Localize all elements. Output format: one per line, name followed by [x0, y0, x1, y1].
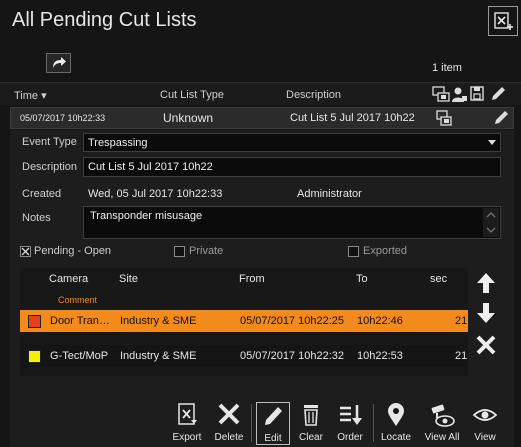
delete-button[interactable]: Delete [213, 402, 245, 446]
refresh-button[interactable] [46, 53, 71, 73]
user-lock-icon[interactable] [452, 86, 468, 103]
column-camera[interactable]: Camera [49, 273, 88, 285]
close-icon [476, 335, 496, 355]
view-all-label: View All [424, 432, 460, 443]
notes-label: Notes [22, 212, 51, 224]
description-input[interactable]: Cut List 5 Jul 2017 10h22 [83, 157, 501, 177]
created-label: Created [22, 188, 62, 200]
clear-label: Clear [299, 432, 323, 443]
window-title: All Pending Cut Lists [12, 9, 197, 31]
view-all-cameras-icon [431, 404, 455, 427]
arrow-down-icon [477, 303, 495, 323]
move-down-button[interactable] [474, 301, 498, 325]
row-camera: Door Tran… [50, 315, 110, 327]
checkbox-box [174, 246, 185, 257]
row-description: Cut List 5 Jul 2017 10h22 [290, 112, 415, 124]
close-button[interactable] [488, 6, 518, 36]
event-type-value: Trespassing [88, 137, 148, 149]
row-sec: 21 [455, 315, 468, 327]
column-to[interactable]: To [356, 273, 368, 285]
camera-color-swatch [28, 315, 41, 328]
view-all-button[interactable]: View All [422, 402, 462, 446]
description-label: Description [22, 161, 78, 173]
edit-pencil-icon[interactable] [492, 109, 510, 127]
eye-icon [472, 409, 498, 421]
column-cut-list-type[interactable]: Cut List Type [160, 89, 224, 101]
redo-arrow-icon [53, 57, 66, 68]
view-button[interactable]: View [469, 402, 501, 446]
export-save-icon[interactable] [470, 86, 486, 103]
pending-open-checkbox[interactable]: Pending - Open [20, 245, 130, 259]
notes-scrollbar[interactable] [483, 208, 499, 237]
view-label: View [474, 432, 496, 443]
row-site: Industry & SME [120, 315, 197, 327]
exported-checkbox[interactable]: Exported [348, 245, 438, 259]
edit-pencil-icon [265, 407, 282, 425]
row-site: Industry & SME [120, 350, 197, 362]
row-to: 10h22:46 [357, 315, 403, 327]
export-label: Export [172, 432, 202, 443]
event-type-label: Event Type [22, 136, 77, 148]
order-label: Order [337, 432, 363, 443]
linked-clips-icon[interactable] [432, 86, 450, 103]
scroll-arrows-icon [486, 212, 496, 233]
map-pin-icon [388, 403, 404, 426]
export-icon [178, 403, 197, 425]
edit-button[interactable]: Edit [256, 402, 290, 445]
delete-x-icon [218, 403, 240, 425]
export-button[interactable]: Export [170, 402, 204, 446]
locate-button[interactable]: Locate [378, 402, 414, 446]
column-description[interactable]: Description [286, 89, 341, 101]
pending-open-label: Pending - Open [34, 245, 112, 257]
row-sec: 21 [455, 350, 468, 362]
row-type: Unknown [163, 111, 214, 125]
column-from[interactable]: From [239, 273, 265, 285]
row-camera: G-Tect/MoP [50, 350, 109, 362]
column-site[interactable]: Site [119, 273, 138, 285]
move-up-button[interactable] [474, 271, 498, 295]
order-button[interactable]: Order [333, 402, 367, 446]
remove-clip-button[interactable] [474, 333, 498, 357]
created-by: Administrator [297, 188, 362, 200]
chevron-down-icon [488, 140, 496, 145]
row-time: 05/07/2017 10h22:33 [20, 113, 106, 123]
list-header: Time ▾ Cut List Type Description [0, 82, 521, 105]
row-from: 05/07/2017 10h22:25 [240, 315, 344, 327]
private-label: Private [189, 245, 224, 257]
check-x-icon [21, 247, 30, 256]
arrow-up-icon [477, 273, 495, 293]
checkbox-box [348, 246, 359, 257]
sort-order-icon [340, 405, 362, 425]
linked-clips-icon[interactable] [436, 110, 453, 127]
created-value: Wed, 05 Jul 2017 10h22:33 [88, 188, 223, 200]
checkbox-box [20, 246, 31, 257]
column-time[interactable]: Time ▾ [14, 89, 47, 102]
notes-textarea[interactable]: Transponder misusage [83, 206, 501, 239]
close-list-icon [494, 12, 513, 30]
locate-label: Locate [380, 432, 412, 443]
column-comment: Comment [58, 295, 98, 305]
camera-color-swatch [28, 350, 41, 363]
item-count: 1 item [432, 62, 462, 74]
exported-label: Exported [363, 245, 408, 257]
row-from: 05/07/2017 10h22:32 [240, 350, 344, 362]
table-row[interactable]: Door Tran… Industry & SME 05/07/2017 10h… [20, 310, 468, 332]
column-sec[interactable]: sec [430, 273, 447, 285]
private-checkbox[interactable]: Private [174, 245, 254, 259]
edit-pencil-icon[interactable] [489, 85, 507, 103]
row-to: 10h22:53 [357, 350, 403, 362]
event-type-select[interactable]: Trespassing [83, 133, 501, 152]
trash-icon [304, 405, 318, 426]
toolbar-divider [251, 404, 252, 442]
list-row-selected[interactable]: 05/07/2017 10h22:33 Unknown Cut List 5 J… [10, 107, 514, 129]
clear-button[interactable]: Clear [295, 402, 327, 446]
toolbar-divider [373, 404, 374, 442]
notes-value: Transponder misusage [90, 210, 203, 222]
edit-label: Edit [264, 433, 282, 444]
table-row[interactable]: G-Tect/MoP Industry & SME 05/07/2017 10h… [20, 345, 468, 367]
delete-label: Delete [214, 432, 244, 443]
